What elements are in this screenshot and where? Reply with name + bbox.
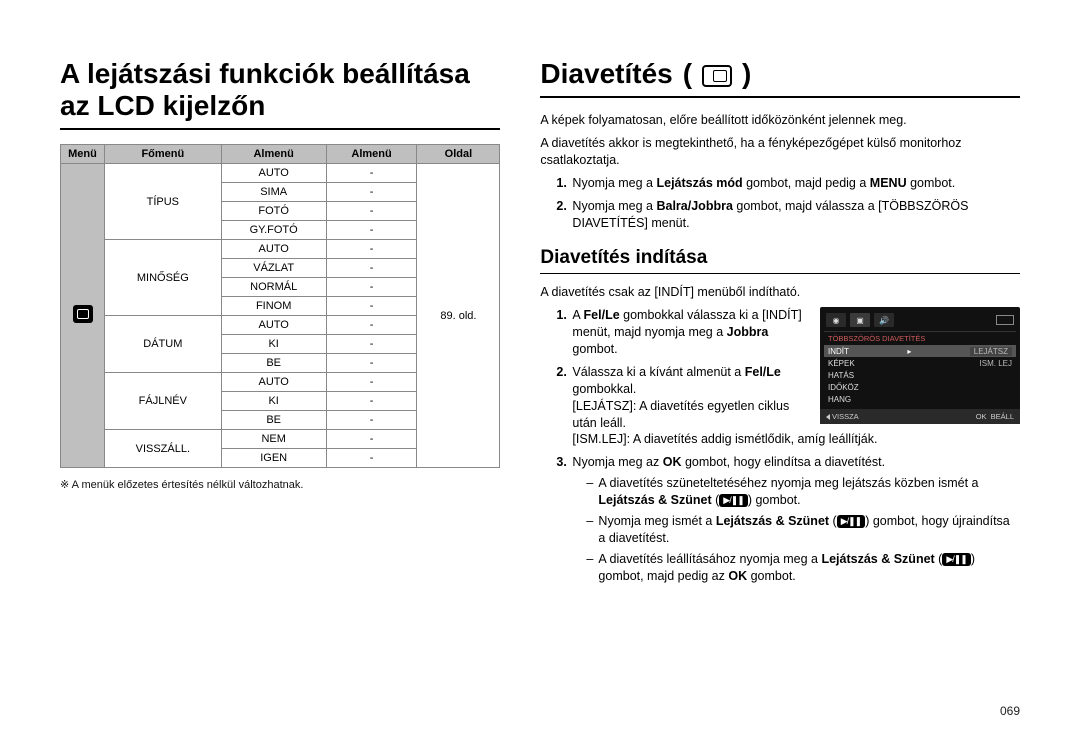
cell: - <box>326 430 417 449</box>
cell: FOTÓ <box>221 202 326 221</box>
paint-palette-icon <box>73 305 93 323</box>
cell: KI <box>221 392 326 411</box>
cell: - <box>326 392 417 411</box>
footnote-text: A menük előzetes értesítés nélkül változ… <box>72 479 304 491</box>
menu-icon-cell <box>61 164 105 468</box>
group-minoseg: MINŐSÉG <box>105 240 222 316</box>
cell: AUTO <box>221 240 326 259</box>
bottom-step-3: Nyomja meg az OK gombot, hogy elindítsa … <box>556 454 1020 584</box>
cell: - <box>326 240 417 259</box>
step2-line1: [LEJÁTSZ]: A diavetítés egyetlen ciklus … <box>572 398 1020 432</box>
cell: - <box>326 183 417 202</box>
cell: NORMÁL <box>221 278 326 297</box>
col-almenu2: Almenü <box>326 145 417 164</box>
group-tipus: TÍPUS <box>105 164 222 240</box>
page-title-left: A lejátszási funkciók beállítása az LCD … <box>60 58 500 130</box>
cell: VÁZLAT <box>221 259 326 278</box>
subheading-start: Diavetítés indítása <box>540 247 1020 274</box>
bottom-step-2: Válassza ki a kívánt almenüt a Fel/Le go… <box>556 364 1020 448</box>
cell: - <box>326 335 417 354</box>
play-pause-icon: ▶/❚❚ <box>719 494 748 507</box>
cell: - <box>326 449 417 468</box>
page-title-right: Diavetítés ( ) <box>540 58 1020 98</box>
cell: - <box>326 221 417 240</box>
footnote: ※ A menük előzetes értesítés nélkül vált… <box>60 478 500 491</box>
group-datum: DÁTUM <box>105 316 222 373</box>
page-number: 069 <box>1000 704 1020 718</box>
col-menu: Menü <box>61 145 105 164</box>
play-pause-icon: ▶/❚❚ <box>942 553 971 566</box>
cell: AUTO <box>221 316 326 335</box>
cell: KI <box>221 335 326 354</box>
play-pause-icon: ▶/❚❚ <box>837 515 866 528</box>
col-oldal: Oldal <box>417 145 500 164</box>
intro-2: A diavetítés akkor is megtekinthető, ha … <box>540 135 1020 169</box>
cell: AUTO <box>221 373 326 392</box>
cell: - <box>326 278 417 297</box>
cell: - <box>326 259 417 278</box>
cell: - <box>326 164 417 183</box>
slideshow-icon <box>702 65 732 87</box>
bottom-step-1: A Fel/Le gombokkal válassza ki a [INDÍT]… <box>556 307 1020 358</box>
group-visszall: VISSZÁLL. <box>105 430 222 468</box>
bullet-resume: Nyomja meg ismét a Lejátszás & Szünet (▶… <box>586 513 1020 547</box>
cell: - <box>326 202 417 221</box>
footnote-mark: ※ <box>60 478 69 491</box>
col-almenu1: Almenü <box>221 145 326 164</box>
cell: - <box>326 297 417 316</box>
cell: GY.FOTÓ <box>221 221 326 240</box>
bottom-steps: A Fel/Le gombokkal válassza ki a [INDÍT]… <box>556 307 1020 584</box>
cell: - <box>326 316 417 335</box>
settings-table: Menü Főmenü Almenü Almenü Oldal TÍPUS AU… <box>60 144 500 468</box>
cell: BE <box>221 354 326 373</box>
close-paren: ) <box>742 58 751 90</box>
top-step-1: Nyomja meg a Lejátszás mód gombot, majd … <box>556 175 1020 192</box>
sub-intro: A diavetítés csak az [INDÍT] menüből ind… <box>540 284 1020 301</box>
cell: - <box>326 411 417 430</box>
heading-text: Diavetítés <box>540 58 672 90</box>
intro-1: A képek folyamatosan, előre beállított i… <box>540 112 1020 129</box>
cell: SIMA <box>221 183 326 202</box>
top-steps: Nyomja meg a Lejátszás mód gombot, majd … <box>556 175 1020 232</box>
cell: - <box>326 373 417 392</box>
col-fomenu: Főmenü <box>105 145 222 164</box>
top-step-2: Nyomja meg a Balra/Jobbra gombot, majd v… <box>556 198 1020 232</box>
cell: BE <box>221 411 326 430</box>
cell: IGEN <box>221 449 326 468</box>
bullet-stop: A diavetítés leállításához nyomja meg a … <box>586 551 1020 585</box>
cell: NEM <box>221 430 326 449</box>
cell: FINOM <box>221 297 326 316</box>
page-ref: 89. old. <box>417 164 500 468</box>
group-fajlnev: FÁJLNÉV <box>105 373 222 430</box>
open-paren: ( <box>683 58 692 90</box>
cell: AUTO <box>221 164 326 183</box>
cell: - <box>326 354 417 373</box>
bullet-pause: A diavetítés szüneteltetéséhez nyomja me… <box>586 475 1020 509</box>
step2-line2: [ISM.LEJ]: A diavetítés addig ismétlődik… <box>572 431 1020 448</box>
